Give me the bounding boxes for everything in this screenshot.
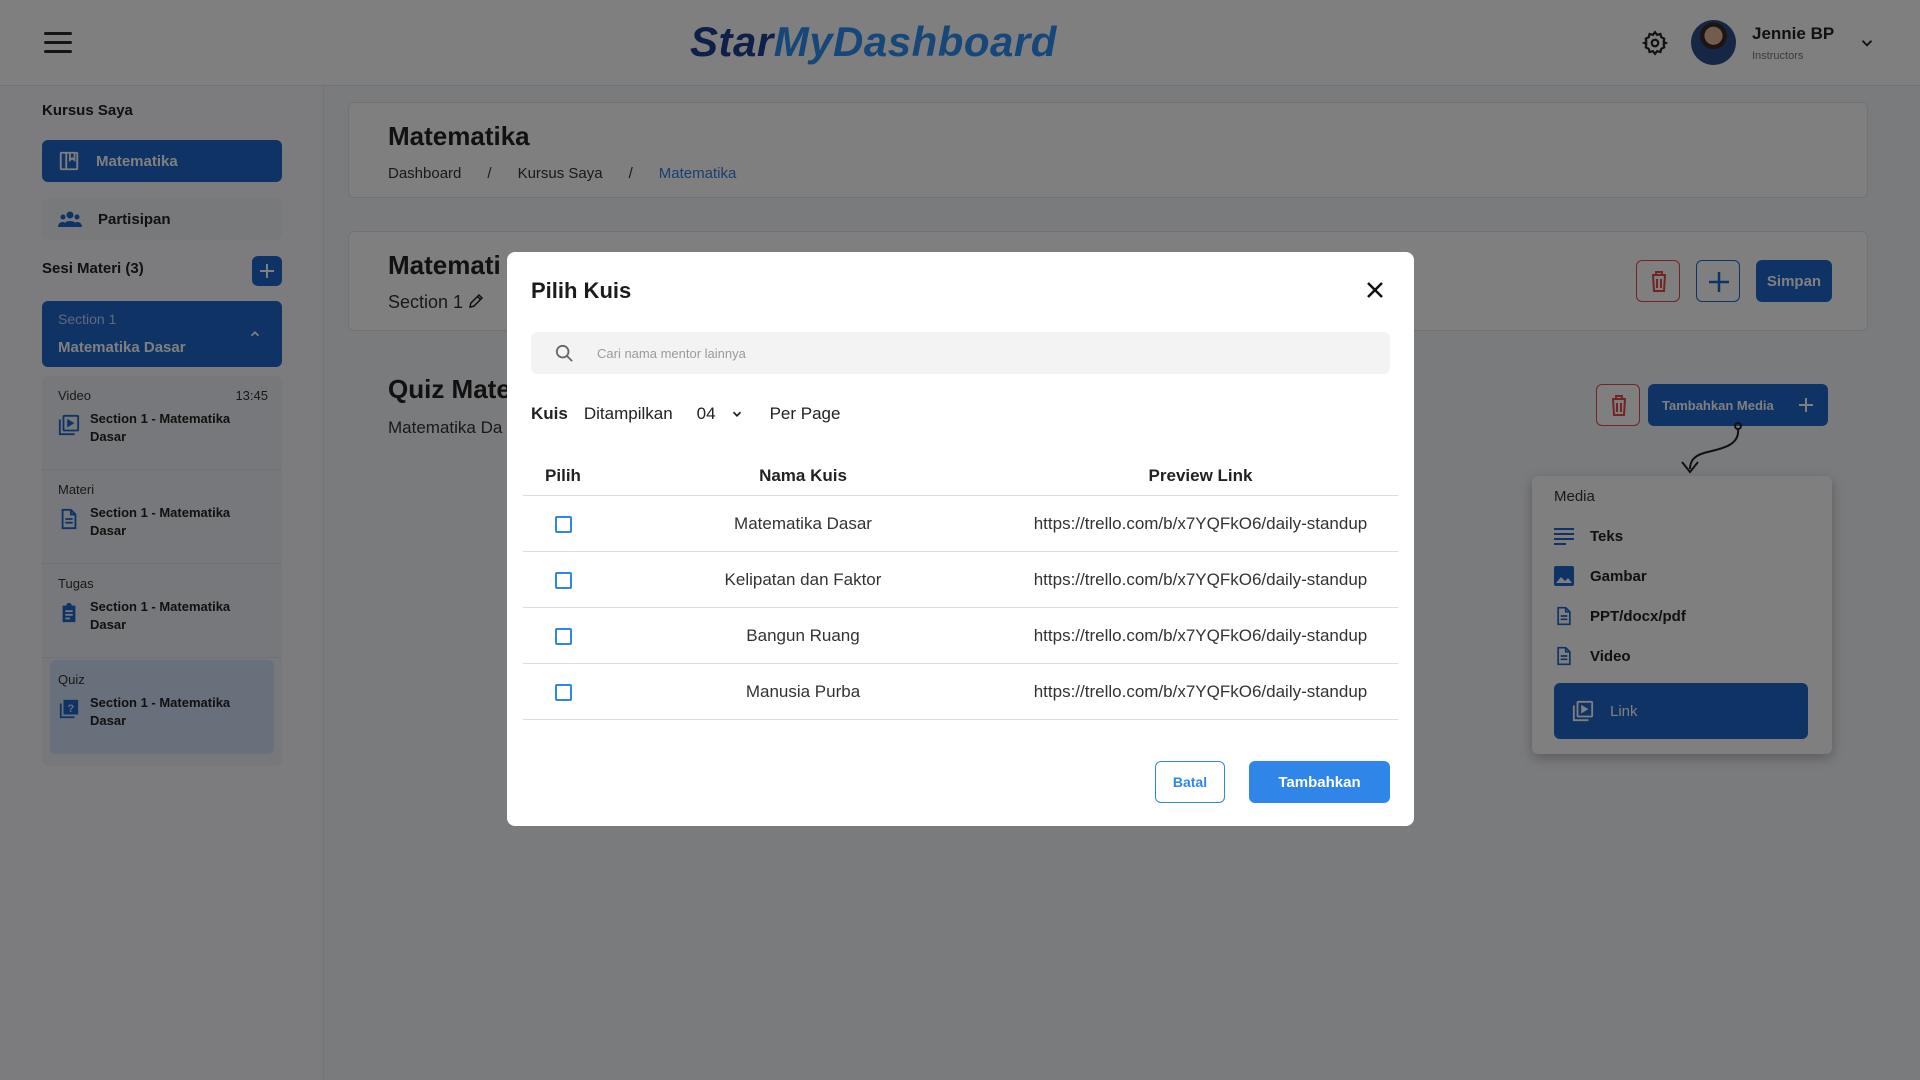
pagination-filter: Kuis Ditampilkan 04 Per Page — [531, 402, 840, 426]
preview-link[interactable]: https://trello.com/b/x7YQFkO6/daily-stan… — [1003, 626, 1398, 646]
add-quiz-button[interactable]: Tambahkan — [1249, 761, 1390, 803]
search-bar — [531, 332, 1390, 374]
column-header-pilih: Pilih — [545, 465, 581, 485]
quiz-name: Kelipatan dan Faktor — [724, 569, 882, 589]
table-row: Bangun Ruang https://trello.com/b/x7YQFk… — [523, 608, 1398, 664]
search-input[interactable] — [597, 332, 1377, 374]
row-checkbox[interactable] — [554, 627, 572, 645]
quiz-table: Pilih Nama Kuis Preview Link Matematika … — [523, 456, 1398, 720]
chevron-down-icon — [732, 411, 741, 417]
filter-shown-label: Ditampilkan — [583, 404, 673, 423]
pilih-kuis-modal: Pilih Kuis Kuis Ditampilkan 04 Per Page … — [507, 252, 1414, 826]
row-checkbox[interactable] — [554, 683, 572, 701]
close-icon[interactable] — [1365, 280, 1385, 300]
column-header-preview-link: Preview Link — [1148, 465, 1253, 485]
quiz-name: Matematika Dasar — [734, 513, 872, 533]
cancel-button[interactable]: Batal — [1155, 761, 1225, 803]
per-page-label: Per Page — [769, 404, 841, 423]
search-icon — [555, 344, 573, 362]
quiz-name: Manusia Purba — [745, 681, 861, 701]
table-row: Kelipatan dan Faktor https://trello.com/… — [523, 552, 1398, 608]
row-checkbox[interactable] — [554, 571, 572, 589]
quiz-name: Bangun Ruang — [746, 625, 860, 645]
preview-link[interactable]: https://trello.com/b/x7YQFkO6/daily-stan… — [1003, 570, 1398, 590]
per-page-value: 04 — [696, 404, 716, 423]
column-header-nama-kuis: Nama Kuis — [759, 465, 847, 485]
table-row: Manusia Purba https://trello.com/b/x7YQF… — [523, 664, 1398, 720]
preview-link[interactable]: https://trello.com/b/x7YQFkO6/daily-stan… — [1003, 682, 1398, 702]
table-row: Matematika Dasar https://trello.com/b/x7… — [523, 496, 1398, 552]
modal-title: Pilih Kuis — [531, 278, 632, 303]
table-header: Pilih Nama Kuis Preview Link — [523, 456, 1398, 496]
row-checkbox[interactable] — [554, 515, 572, 533]
preview-link[interactable]: https://trello.com/b/x7YQFkO6/daily-stan… — [1003, 514, 1398, 534]
per-page-select[interactable]: 04 — [697, 404, 744, 424]
filter-label: Kuis — [531, 404, 568, 423]
